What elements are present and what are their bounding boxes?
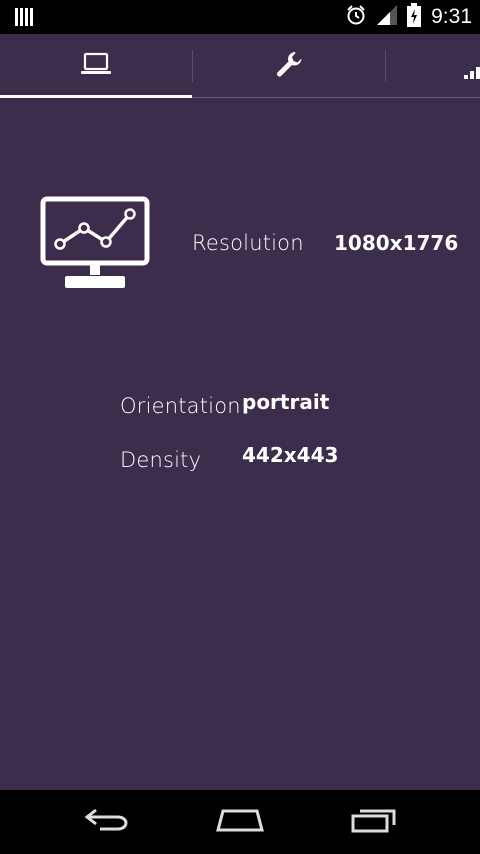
orientation-value: portrait <box>242 390 330 414</box>
battery-icon <box>407 3 422 31</box>
recent-apps-icon <box>350 807 398 837</box>
alarm-icon <box>345 4 367 30</box>
recent-apps-button[interactable] <box>326 790 422 854</box>
laptop-icon <box>80 52 112 80</box>
wrench-icon <box>274 49 304 83</box>
orientation-label: Orientation <box>120 394 241 418</box>
navigation-bar <box>0 790 480 854</box>
back-button[interactable] <box>59 790 155 854</box>
resolution-label: Resolution <box>192 231 304 255</box>
signal-bars-icon <box>464 64 480 83</box>
tab-bar <box>0 34 480 98</box>
tab-tools[interactable] <box>193 34 385 98</box>
density-value: 442x443 <box>242 443 339 467</box>
tab-display[interactable] <box>0 34 192 98</box>
display-info-panel: Resolution 1080x1776 Orientation portrai… <box>0 98 480 790</box>
home-button[interactable] <box>192 790 288 854</box>
monitor-chart-icon <box>40 196 152 296</box>
notification-icon <box>14 7 34 31</box>
density-label: Density <box>120 448 202 472</box>
resolution-value: 1080x1776 <box>334 231 459 255</box>
home-icon <box>215 807 265 837</box>
tab-signal[interactable] <box>386 34 480 98</box>
signal-icon <box>377 5 398 29</box>
status-time: 9:31 <box>431 5 472 28</box>
status-bar: 9:31 <box>0 0 480 34</box>
back-icon <box>84 807 130 837</box>
